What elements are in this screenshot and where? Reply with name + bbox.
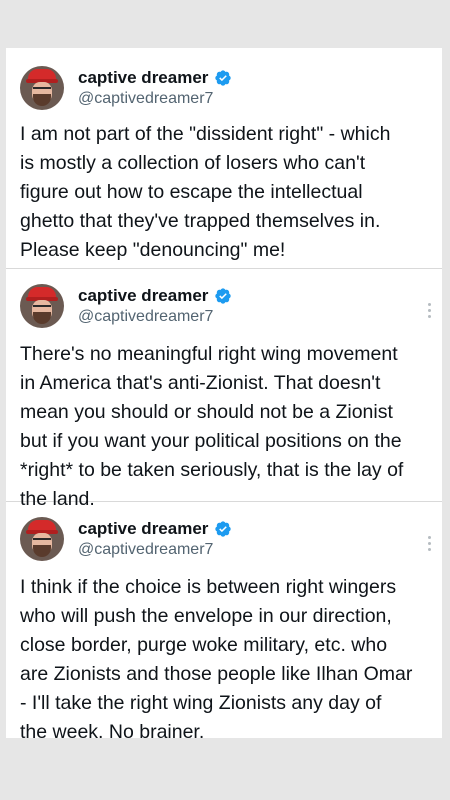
tweet-header: captive dreamer @captivedreamer7 bbox=[20, 64, 428, 112]
verified-badge-icon bbox=[215, 69, 232, 86]
more-options-icon[interactable] bbox=[428, 303, 432, 318]
user-handle[interactable]: @captivedreamer7 bbox=[78, 88, 232, 109]
display-name[interactable]: captive dreamer bbox=[78, 285, 208, 306]
tweet-card[interactable]: captive dreamer @captivedreamer7 I think… bbox=[6, 502, 442, 743]
avatar[interactable] bbox=[20, 284, 64, 328]
name-row: captive dreamer bbox=[78, 518, 232, 539]
user-handle[interactable]: @captivedreamer7 bbox=[78, 539, 232, 560]
more-options-icon[interactable] bbox=[428, 536, 432, 551]
avatar[interactable] bbox=[20, 517, 64, 561]
tweet-card[interactable]: captive dreamer @captivedreamer7 I am no… bbox=[6, 48, 442, 269]
beard-shape bbox=[33, 312, 51, 324]
tweet-header: captive dreamer @captivedreamer7 bbox=[20, 282, 428, 330]
tweet-text: I am not part of the "dissident right" -… bbox=[20, 123, 391, 261]
glasses-shape bbox=[33, 305, 51, 311]
tweet-screenshot-stack: captive dreamer @captivedreamer7 I am no… bbox=[6, 48, 442, 743]
glasses-shape bbox=[33, 87, 51, 93]
name-row: captive dreamer bbox=[78, 67, 232, 88]
beard-shape bbox=[33, 94, 51, 106]
author-info: captive dreamer @captivedreamer7 bbox=[78, 285, 232, 327]
tweet-text: I think if the choice is between right w… bbox=[20, 576, 413, 743]
display-name[interactable]: captive dreamer bbox=[78, 518, 208, 539]
tweet-text: There's no meaningful right wing movemen… bbox=[20, 343, 404, 510]
verified-badge-icon bbox=[215, 520, 232, 537]
verified-badge-icon bbox=[215, 287, 232, 304]
tweet-header: captive dreamer @captivedreamer7 bbox=[20, 515, 428, 563]
author-info: captive dreamer @captivedreamer7 bbox=[78, 67, 232, 109]
avatar[interactable] bbox=[20, 66, 64, 110]
glasses-shape bbox=[33, 538, 51, 544]
tweet-card[interactable]: captive dreamer @captivedreamer7 There's… bbox=[6, 269, 442, 510]
display-name[interactable]: captive dreamer bbox=[78, 67, 208, 88]
name-row: captive dreamer bbox=[78, 285, 232, 306]
author-info: captive dreamer @captivedreamer7 bbox=[78, 518, 232, 560]
user-handle[interactable]: @captivedreamer7 bbox=[78, 306, 232, 327]
beard-shape bbox=[33, 545, 51, 557]
